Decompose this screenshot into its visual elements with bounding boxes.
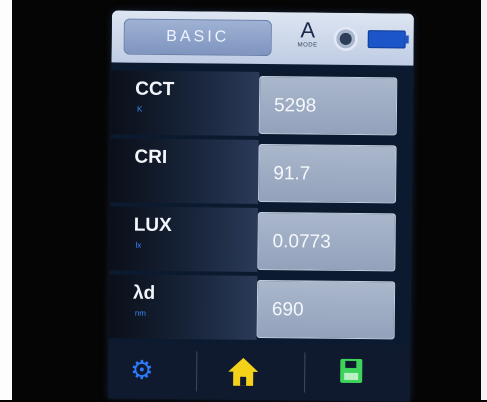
row-value-cell: 690 (256, 279, 396, 340)
row-value-cell: 91.7 (258, 143, 397, 204)
row-unit: lx (135, 240, 142, 250)
measure-mode-caption: MODE (297, 42, 318, 49)
measurement-row-cri: CRI 91.7 (109, 138, 413, 205)
row-name: CCT (135, 78, 175, 101)
row-value: 0.0773 (272, 231, 331, 253)
gear-icon[interactable]: ⚙ (130, 355, 154, 385)
save-icon[interactable] (340, 358, 363, 384)
measurement-row-lambda-d: λd nm 690 (108, 274, 412, 341)
device-screen: BASIC A MODE CCT K 5298 CRI 91.7 LUX lx (107, 10, 414, 402)
row-name: LUX (133, 214, 172, 237)
home-icon[interactable] (228, 357, 259, 388)
save-icon-slot (345, 360, 357, 368)
row-unit: K (136, 104, 143, 114)
frame-right-edge (481, 0, 487, 400)
status-header: BASIC A MODE (111, 10, 414, 66)
row-label-cell: CCT K (110, 70, 260, 136)
measurement-row-cct: CCT K 5298 (110, 70, 414, 137)
connection-icon (333, 26, 358, 51)
frame-left-edge (0, 0, 12, 400)
measurement-row-lux: LUX lx 0.0773 (109, 206, 412, 273)
row-label-cell: λd nm (108, 274, 258, 340)
toolbar-divider (304, 352, 306, 393)
row-name: λd (132, 282, 156, 304)
save-icon-label (344, 372, 359, 381)
home-door (240, 376, 247, 386)
row-value: 91.7 (273, 163, 311, 185)
toolbar-divider (196, 351, 198, 392)
bottom-toolbar: ⚙ (107, 342, 411, 402)
row-name: CRI (134, 146, 168, 169)
row-value-cell: 5298 (258, 75, 398, 136)
battery-icon (367, 30, 406, 49)
row-label-cell: LUX lx (109, 206, 258, 272)
measure-mode-letter: A (300, 17, 316, 43)
row-value-cell: 0.0773 (257, 211, 396, 272)
row-value: 5298 (273, 95, 317, 117)
row-unit: nm (134, 308, 147, 318)
row-label-cell: CRI (109, 138, 259, 204)
row-value: 690 (271, 299, 304, 321)
measure-mode-button[interactable]: A MODE (292, 17, 324, 58)
mode-tab-basic[interactable]: BASIC (123, 18, 272, 57)
